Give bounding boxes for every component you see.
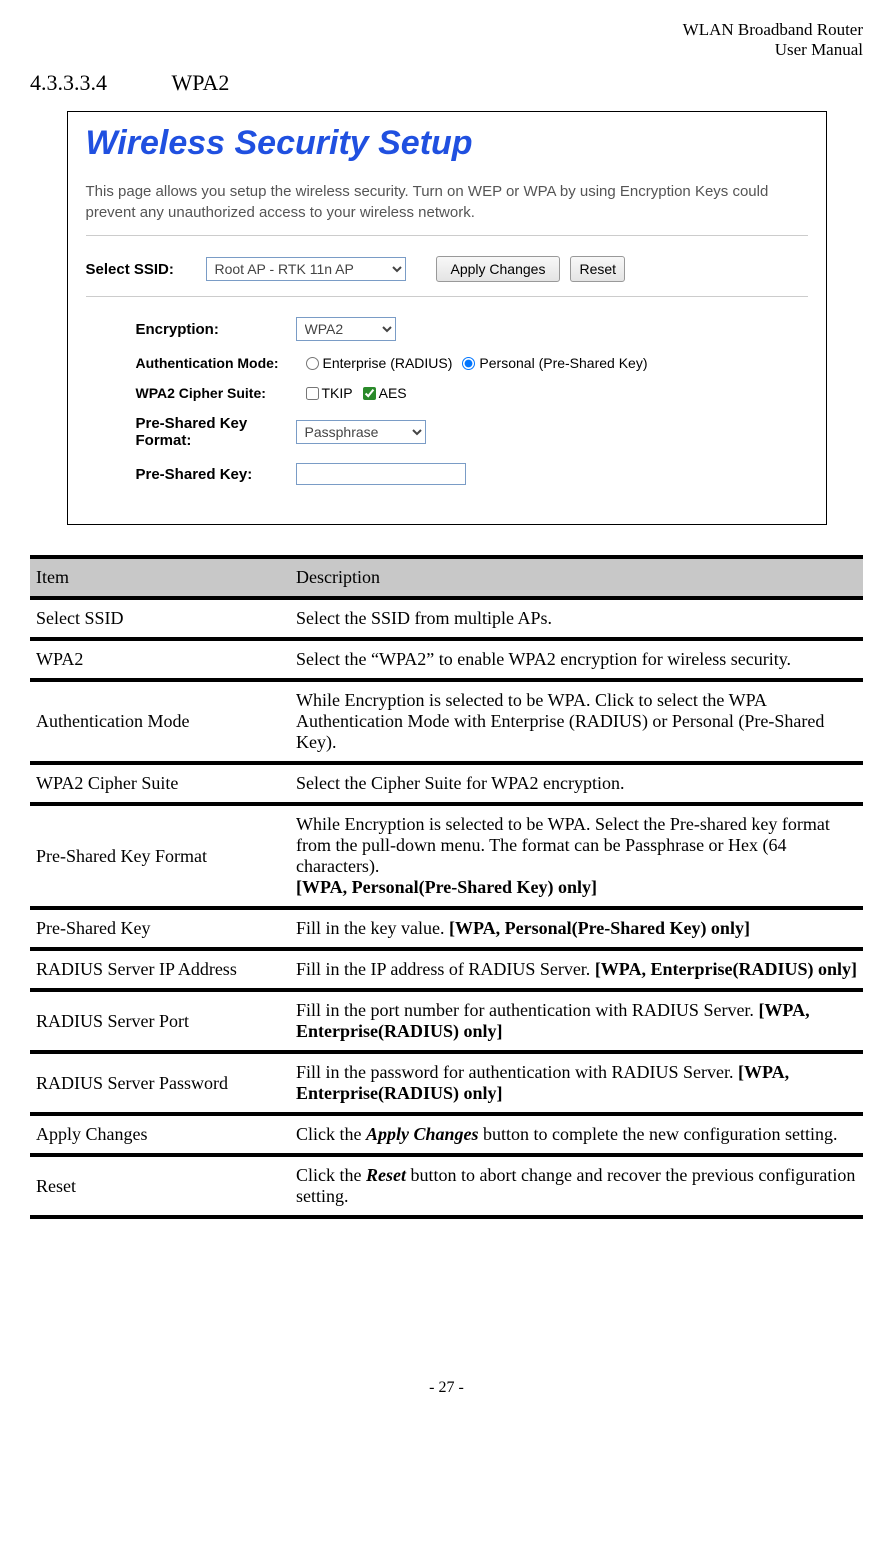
auth-personal-label: Personal (Pre-Shared Key) bbox=[479, 355, 647, 371]
encryption-label: Encryption: bbox=[86, 321, 296, 338]
cell-item: WPA2 Cipher Suite bbox=[30, 761, 290, 802]
auth-personal-radio[interactable] bbox=[462, 357, 475, 370]
cell-desc: Fill in the key value. [WPA, Personal(Pr… bbox=[290, 906, 863, 947]
select-ssid-dropdown[interactable]: Root AP - RTK 11n AP bbox=[206, 257, 406, 281]
text-bold: [WPA, Enterprise(RADIUS) only] bbox=[595, 959, 857, 979]
cell-item: Pre-Shared Key Format bbox=[30, 802, 290, 906]
psk-format-label: Pre-Shared Key Format: bbox=[86, 415, 296, 449]
cell-item: WPA2 bbox=[30, 637, 290, 678]
table-row: RADIUS Server Port Fill in the port numb… bbox=[30, 988, 863, 1050]
table-row: Pre-Shared Key Format While Encryption i… bbox=[30, 802, 863, 906]
cell-item: RADIUS Server Port bbox=[30, 988, 290, 1050]
text: While Encryption is selected to be WPA. … bbox=[296, 814, 830, 876]
psk-input[interactable] bbox=[296, 463, 466, 485]
cipher-row: WPA2 Cipher Suite: TKIP AES bbox=[86, 385, 808, 401]
header-description: Description bbox=[290, 555, 863, 596]
table-row: RADIUS Server Password Fill in the passw… bbox=[30, 1050, 863, 1112]
table-row: RADIUS Server IP Address Fill in the IP … bbox=[30, 947, 863, 988]
table-row: Pre-Shared Key Fill in the key value. [W… bbox=[30, 906, 863, 947]
cell-item: Reset bbox=[30, 1153, 290, 1219]
cell-item: Pre-Shared Key bbox=[30, 906, 290, 947]
cell-item: RADIUS Server IP Address bbox=[30, 947, 290, 988]
table-header-row: Item Description bbox=[30, 555, 863, 596]
cell-item: Authentication Mode bbox=[30, 678, 290, 761]
cipher-aes-label: AES bbox=[379, 385, 407, 401]
cell-desc: Fill in the port number for authenticati… bbox=[290, 988, 863, 1050]
doc-header-line1: WLAN Broadband Router bbox=[30, 20, 863, 40]
select-ssid-row: Select SSID: Root AP - RTK 11n AP Apply … bbox=[86, 256, 808, 282]
panel-description: This page allows you setup the wireless … bbox=[86, 181, 808, 223]
cell-desc: While Encryption is selected to be WPA. … bbox=[290, 802, 863, 906]
text: Click the bbox=[296, 1124, 366, 1144]
text-italicbold: Apply Changes bbox=[366, 1124, 479, 1144]
psk-format-row: Pre-Shared Key Format: Passphrase bbox=[86, 415, 808, 449]
text-italicbold: Reset bbox=[366, 1165, 406, 1185]
doc-header-line2: User Manual bbox=[30, 40, 863, 60]
cell-desc: Fill in the IP address of RADIUS Server.… bbox=[290, 947, 863, 988]
cell-item: Select SSID bbox=[30, 596, 290, 637]
cell-desc: Select the Cipher Suite for WPA2 encrypt… bbox=[290, 761, 863, 802]
encryption-dropdown[interactable]: WPA2 bbox=[296, 317, 396, 341]
text-bold: [WPA, Personal(Pre-Shared Key) only] bbox=[296, 877, 597, 897]
text: Fill in the password for authentication … bbox=[296, 1062, 738, 1082]
doc-header: WLAN Broadband Router User Manual bbox=[30, 20, 863, 60]
cipher-label: WPA2 Cipher Suite: bbox=[86, 385, 296, 401]
header-item: Item bbox=[30, 555, 290, 596]
cipher-aes-checkbox[interactable] bbox=[363, 387, 376, 400]
table-row: Apply Changes Click the Apply Changes bu… bbox=[30, 1112, 863, 1153]
cell-item: Apply Changes bbox=[30, 1112, 290, 1153]
psk-format-dropdown[interactable]: Passphrase bbox=[296, 420, 426, 444]
table-row: WPA2 Cipher Suite Select the Cipher Suit… bbox=[30, 761, 863, 802]
cell-desc: Click the Reset button to abort change a… bbox=[290, 1153, 863, 1219]
page-number: - 27 - bbox=[30, 1379, 863, 1397]
select-ssid-label: Select SSID: bbox=[86, 261, 206, 278]
description-table: Item Description Select SSID Select the … bbox=[30, 555, 863, 1219]
screenshot-panel: Wireless Security Setup This page allows… bbox=[67, 111, 827, 525]
table-row: Select SSID Select the SSID from multipl… bbox=[30, 596, 863, 637]
panel-title: Wireless Security Setup bbox=[86, 124, 808, 163]
text: Fill in the port number for authenticati… bbox=[296, 1000, 758, 1020]
cell-desc: Fill in the password for authentication … bbox=[290, 1050, 863, 1112]
cell-desc: Click the Apply Changes button to comple… bbox=[290, 1112, 863, 1153]
cipher-tkip-checkbox[interactable] bbox=[306, 387, 319, 400]
cell-desc: While Encryption is selected to be WPA. … bbox=[290, 678, 863, 761]
divider bbox=[86, 235, 808, 236]
text: Fill in the key value. bbox=[296, 918, 449, 938]
table-row: WPA2 Select the “WPA2” to enable WPA2 en… bbox=[30, 637, 863, 678]
text: Fill in the IP address of RADIUS Server. bbox=[296, 959, 595, 979]
psk-row: Pre-Shared Key: bbox=[86, 463, 808, 485]
cell-item: RADIUS Server Password bbox=[30, 1050, 290, 1112]
section-number: 4.3.3.3.4 bbox=[30, 70, 107, 96]
psk-label: Pre-Shared Key: bbox=[86, 466, 296, 483]
cell-desc: Select the SSID from multiple APs. bbox=[290, 596, 863, 637]
text-bold: [WPA, Personal(Pre-Shared Key) only] bbox=[449, 918, 750, 938]
section-heading: 4.3.3.3.4 WPA2 bbox=[30, 70, 863, 96]
encryption-row: Encryption: WPA2 bbox=[86, 317, 808, 341]
divider bbox=[86, 296, 808, 297]
auth-mode-row: Authentication Mode: Enterprise (RADIUS)… bbox=[86, 355, 808, 371]
cipher-tkip-label: TKIP bbox=[322, 385, 353, 401]
table-row: Reset Click the Reset button to abort ch… bbox=[30, 1153, 863, 1219]
auth-enterprise-radio[interactable] bbox=[306, 357, 319, 370]
section-title: WPA2 bbox=[172, 70, 230, 96]
reset-button[interactable]: Reset bbox=[570, 256, 625, 282]
text: button to complete the new configuration… bbox=[479, 1124, 838, 1144]
auth-mode-label: Authentication Mode: bbox=[86, 355, 296, 371]
auth-enterprise-label: Enterprise (RADIUS) bbox=[323, 355, 453, 371]
apply-changes-button[interactable]: Apply Changes bbox=[436, 256, 561, 282]
table-row: Authentication Mode While Encryption is … bbox=[30, 678, 863, 761]
cell-desc: Select the “WPA2” to enable WPA2 encrypt… bbox=[290, 637, 863, 678]
text: Click the bbox=[296, 1165, 366, 1185]
